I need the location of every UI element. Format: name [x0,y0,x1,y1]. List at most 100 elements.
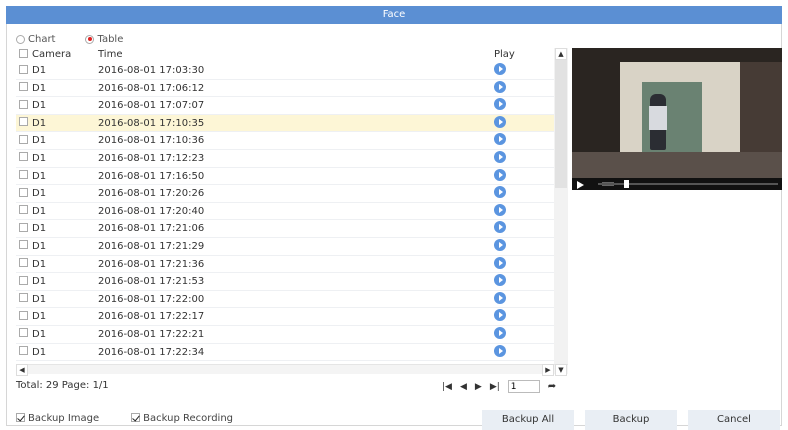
row-checkbox[interactable] [19,240,28,250]
row-checkbox[interactable] [19,99,28,109]
table-row[interactable]: D1 2016-08-01 17:21:06 [16,220,568,238]
play-icon[interactable] [494,98,506,111]
play-icon[interactable] [494,203,506,216]
horizontal-scrollbar[interactable]: ◀ ▶ ▼ [16,364,568,376]
window-title: Face [6,6,782,24]
row-time: 2016-08-01 17:22:34 [98,346,205,358]
backup-recording-checkbox[interactable] [131,413,141,422]
play-icon[interactable] [494,168,506,181]
row-camera: D1 [32,276,47,288]
backup-all-button[interactable]: Backup All [482,410,574,430]
row-camera: D1 [32,152,47,164]
table-row[interactable]: D1 2016-08-01 17:21:36 [16,256,568,274]
table-row[interactable]: D1 2016-08-01 17:07:07 [16,97,568,115]
row-checkbox[interactable] [19,258,28,268]
video-play-icon[interactable] [577,181,584,189]
row-checkbox[interactable] [19,205,28,215]
vertical-scrollbar[interactable]: ▲ [554,48,568,364]
table-row[interactable]: D1 2016-08-01 17:21:29 [16,238,568,256]
scroll-down-icon[interactable]: ▼ [555,364,567,376]
table-row[interactable]: D1 2016-08-01 17:22:34 [16,344,568,362]
row-camera: D1 [32,205,47,217]
play-icon[interactable] [494,150,506,163]
row-checkbox[interactable] [19,117,28,127]
backup-button[interactable]: Backup [585,410,677,430]
row-time: 2016-08-01 17:07:07 [98,100,205,112]
total-page-label: Total: 29 Page: 1/1 [16,380,109,391]
scroll-right-icon[interactable]: ▶ [542,364,554,376]
view-mode-selector: Chart Table [16,32,123,46]
backup-recording-option[interactable]: Backup Recording [131,413,233,424]
video-preview[interactable] [572,48,782,190]
row-checkbox[interactable] [19,222,28,232]
page-number-input[interactable] [507,380,540,393]
table-radio-label: Table [97,33,124,45]
play-icon[interactable] [494,63,506,75]
table-row[interactable]: D1 2016-08-01 17:21:53 [16,273,568,291]
play-icon[interactable] [494,80,506,93]
cancel-button[interactable]: Cancel [688,410,780,430]
play-icon[interactable] [494,344,506,357]
table-row[interactable]: D1 2016-08-01 17:22:00 [16,291,568,309]
table-row[interactable]: D1 2016-08-01 17:03:30 [16,62,568,80]
row-camera: D1 [32,117,47,129]
select-all-checkbox[interactable] [19,48,28,58]
row-time: 2016-08-01 17:22:00 [98,293,205,305]
table-row[interactable]: D1 2016-08-01 17:16:50 [16,168,568,186]
row-time: 2016-08-01 17:12:23 [98,152,205,164]
play-icon[interactable] [494,221,506,234]
row-checkbox[interactable] [19,310,28,320]
scroll-thumb[interactable] [555,60,567,188]
row-camera: D1 [32,328,47,340]
table-row[interactable]: D1 2016-08-01 17:22:17 [16,308,568,326]
backup-image-checkbox[interactable] [16,413,25,422]
video-progress-knob[interactable] [624,180,629,188]
row-checkbox[interactable] [19,170,28,180]
table-row[interactable]: D1 2016-08-01 17:06:12 [16,80,568,98]
prev-page-icon[interactable]: ◀ [460,382,467,392]
row-time: 2016-08-01 17:16:50 [98,170,205,182]
table-row[interactable]: D1 2016-08-01 17:20:26 [16,185,568,203]
table-radio-option[interactable]: Table [85,32,123,46]
play-icon[interactable] [494,309,506,322]
play-icon[interactable] [494,186,506,199]
row-checkbox[interactable] [19,82,28,92]
scroll-up-icon[interactable]: ▲ [555,48,567,60]
row-checkbox[interactable] [19,293,28,303]
row-checkbox[interactable] [19,64,28,74]
row-checkbox[interactable] [19,187,28,197]
header-time: Time [98,49,123,60]
play-icon[interactable] [494,256,506,269]
play-icon[interactable] [494,238,506,251]
table-row[interactable]: D1 2016-08-01 17:12:23 [16,150,568,168]
row-checkbox[interactable] [19,152,28,162]
table-row[interactable]: D1 2016-08-01 17:22:21 [16,326,568,344]
row-camera: D1 [32,223,47,235]
play-icon[interactable] [494,291,506,304]
next-page-icon[interactable]: ▶ [475,382,482,392]
play-icon[interactable] [494,274,506,287]
row-checkbox[interactable] [19,134,28,144]
table-row[interactable]: D1 2016-08-01 17:10:35 [16,114,568,133]
play-icon[interactable] [494,115,506,128]
first-page-icon[interactable]: |◀ [442,382,452,392]
table-radio[interactable] [85,34,95,44]
row-camera: D1 [32,170,47,182]
go-icon[interactable]: ➦ [548,381,556,392]
chart-radio[interactable] [16,34,25,44]
backup-image-option[interactable]: Backup Image [16,413,99,424]
row-checkbox[interactable] [19,328,28,338]
row-checkbox[interactable] [19,346,28,355]
row-time: 2016-08-01 17:21:53 [98,276,205,288]
scroll-left-icon[interactable]: ◀ [16,364,28,376]
row-camera: D1 [32,100,47,112]
header-camera: Camera [32,49,72,60]
chart-radio-option[interactable]: Chart [16,32,55,46]
play-icon[interactable] [494,326,506,339]
last-page-icon[interactable]: ▶| [490,382,500,392]
row-checkbox[interactable] [19,275,28,285]
table-row[interactable]: D1 2016-08-01 17:20:40 [16,203,568,221]
row-camera: D1 [32,65,47,76]
play-icon[interactable] [494,133,506,146]
table-row[interactable]: D1 2016-08-01 17:10:36 [16,132,568,150]
